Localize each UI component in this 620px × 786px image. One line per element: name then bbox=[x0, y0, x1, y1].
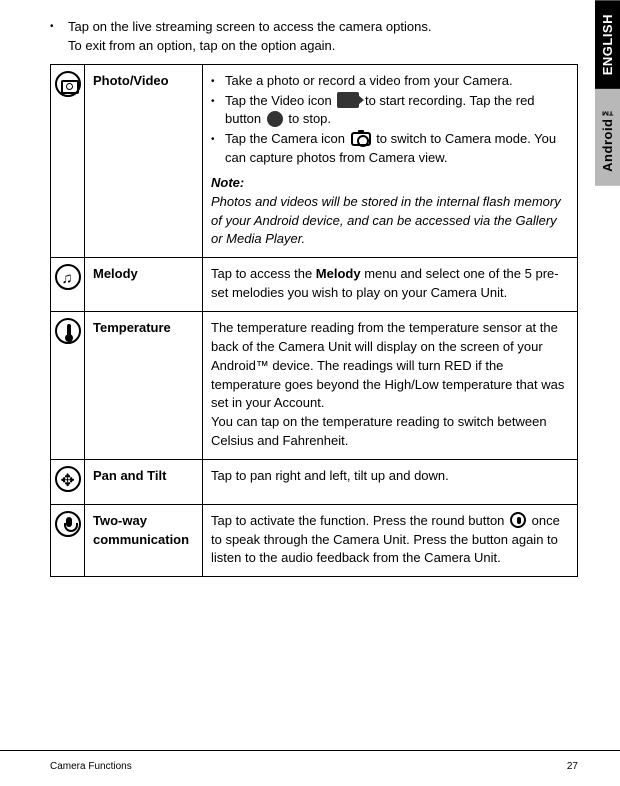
desc-cell: Tap to access the Melody menu and select… bbox=[203, 258, 578, 312]
icon-cell bbox=[51, 311, 85, 459]
text-frag: Tap to activate the function. Press the … bbox=[211, 513, 508, 528]
note-body: Photos and videos will be stored in the … bbox=[211, 193, 569, 250]
intro-line2: To exit from an option, tap on the optio… bbox=[68, 38, 335, 53]
tab-android: Android™ bbox=[595, 89, 620, 186]
row-temperature: Temperature The temperature reading from… bbox=[51, 311, 578, 459]
intro-bullet: • Tap on the live streaming screen to ac… bbox=[50, 18, 578, 56]
desc-cell: The temperature reading from the tempera… bbox=[203, 311, 578, 459]
text-frag: Tap to access the bbox=[211, 266, 316, 281]
label-cell: Melody bbox=[85, 258, 203, 312]
row-pan-tilt: Pan and Tilt Tap to pan right and left, … bbox=[51, 459, 578, 504]
sub-bullet: • Take a photo or record a video from yo… bbox=[211, 72, 569, 91]
video-icon bbox=[337, 92, 359, 108]
footer-section: Camera Functions bbox=[50, 761, 132, 772]
note-heading: Note: bbox=[211, 174, 569, 193]
sub-bullet: • Tap the Camera icon to switch to Camer… bbox=[211, 130, 569, 168]
desc-cell: • Take a photo or record a video from yo… bbox=[203, 64, 578, 258]
label-cell: Two-way communication bbox=[85, 504, 203, 577]
bullet-marker: • bbox=[211, 72, 225, 91]
thermometer-icon bbox=[55, 318, 81, 344]
row-two-way: Two-way communication Tap to activate th… bbox=[51, 504, 578, 577]
microphone-icon bbox=[55, 511, 81, 537]
text-frag: Tap the Camera icon bbox=[225, 131, 349, 146]
icon-cell bbox=[51, 64, 85, 258]
bullet-text: Tap the Camera icon to switch to Camera … bbox=[225, 130, 569, 168]
side-tabs: ENGLISH Android™ bbox=[595, 0, 620, 186]
footer-page-number: 27 bbox=[567, 761, 578, 772]
label-cell: Temperature bbox=[85, 311, 203, 459]
melody-icon bbox=[55, 264, 81, 290]
bullet-marker: • bbox=[50, 18, 68, 56]
page-content: • Tap on the live streaming screen to ac… bbox=[0, 0, 620, 577]
pan-tilt-icon bbox=[55, 466, 81, 492]
icon-cell bbox=[51, 504, 85, 577]
text-bold: Melody bbox=[316, 266, 361, 281]
row-melody: Melody Tap to access the Melody menu and… bbox=[51, 258, 578, 312]
icon-cell bbox=[51, 459, 85, 504]
bullet-text: Tap the Video icon to start recording. T… bbox=[225, 92, 569, 130]
text-frag: Tap the Video icon bbox=[225, 93, 335, 108]
row-photo-video: Photo/Video • Take a photo or record a v… bbox=[51, 64, 578, 258]
options-table: Photo/Video • Take a photo or record a v… bbox=[50, 64, 578, 578]
intro-line1: Tap on the live streaming screen to acce… bbox=[68, 19, 431, 34]
desc-cell: Tap to activate the function. Press the … bbox=[203, 504, 578, 577]
text-para: You can tap on the temperature reading t… bbox=[211, 414, 547, 448]
record-button-icon bbox=[267, 111, 283, 127]
bullet-text: Take a photo or record a video from your… bbox=[225, 72, 569, 91]
camera-icon bbox=[55, 71, 81, 97]
intro-text: Tap on the live streaming screen to acce… bbox=[68, 18, 431, 56]
sub-bullet: • Tap the Video icon to start recording.… bbox=[211, 92, 569, 130]
label-cell: Photo/Video bbox=[85, 64, 203, 258]
camera-icon bbox=[351, 132, 371, 146]
bullet-marker: • bbox=[211, 92, 225, 130]
text-frag: to stop. bbox=[285, 111, 331, 126]
desc-cell: Tap to pan right and left, tilt up and d… bbox=[203, 459, 578, 504]
label-cell: Pan and Tilt bbox=[85, 459, 203, 504]
bullet-marker: • bbox=[211, 130, 225, 168]
tab-english: ENGLISH bbox=[595, 0, 620, 89]
mic-button-icon bbox=[510, 512, 526, 528]
page-footer: Camera Functions 27 bbox=[0, 750, 620, 786]
icon-cell bbox=[51, 258, 85, 312]
text-para: The temperature reading from the tempera… bbox=[211, 320, 564, 410]
